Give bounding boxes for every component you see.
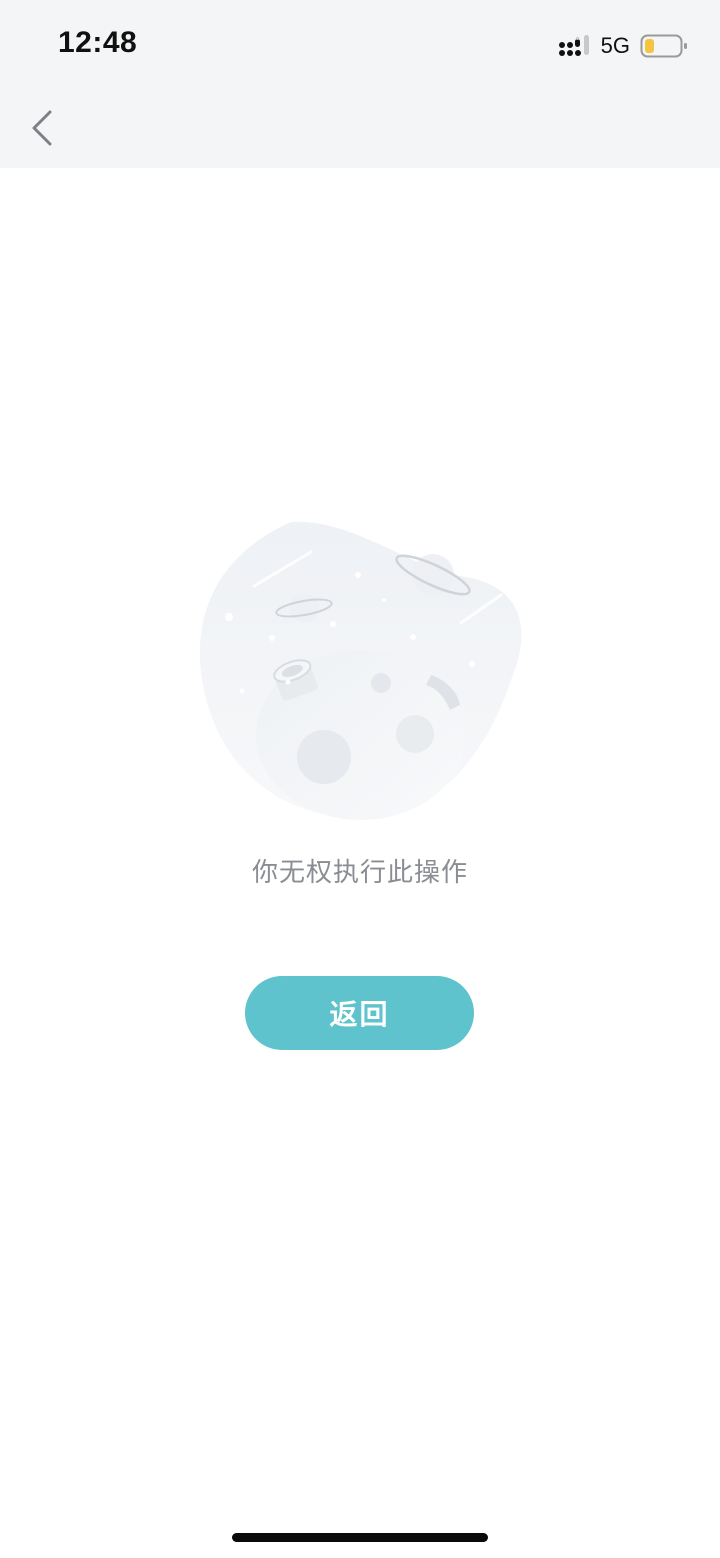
status-time: 12:48 — [58, 26, 138, 59]
chevron-left-icon — [32, 110, 52, 146]
network-type-label: 5G — [600, 33, 630, 58]
back-button[interactable] — [20, 102, 64, 154]
moon-planets-illustration — [199, 521, 522, 820]
status-indicators: 5G — [558, 30, 688, 62]
top-bar: 12:48 5G — [0, 0, 720, 168]
cellular-signal-icon — [558, 35, 589, 56]
permission-denied-message: 你无权执行此操作 — [251, 858, 468, 888]
home-indicator[interactable] — [232, 1533, 488, 1542]
battery-low-icon — [640, 34, 687, 58]
return-button[interactable]: 返回 — [245, 976, 474, 1050]
